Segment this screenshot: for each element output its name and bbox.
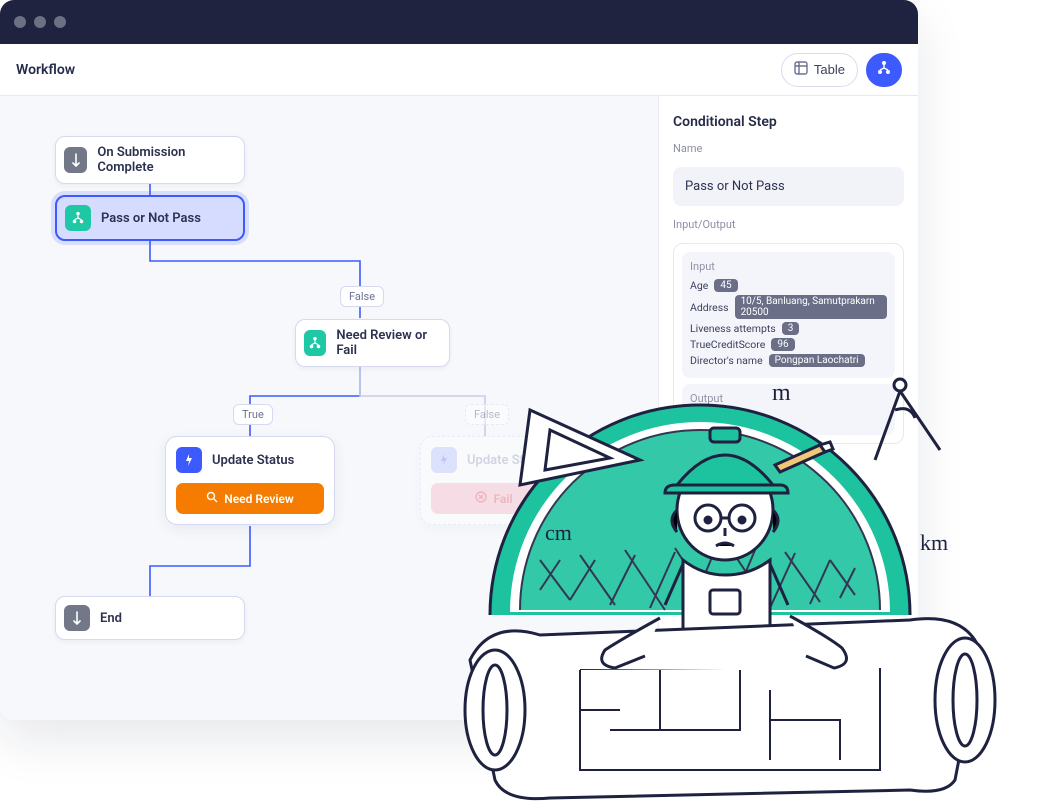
- edge-label-false: False: [340, 286, 384, 307]
- fail-icon: [475, 491, 487, 506]
- end-icon: [64, 605, 90, 631]
- input-row: Liveness attempts 3: [690, 322, 887, 335]
- input-row: Director's name Pongpan Laochatri: [690, 354, 887, 367]
- flow-icon: [876, 60, 892, 79]
- search-icon: [206, 491, 218, 506]
- input-value: 10/5, Banluang, Samutprakarn 20500: [735, 295, 887, 319]
- flow-node-row: Update Status: [176, 447, 324, 473]
- view-flow-button[interactable]: [866, 53, 902, 87]
- output-section: Output Age: [682, 384, 895, 435]
- flow-node-update-right-ghost[interactable]: Update Status Fail: [420, 436, 568, 525]
- input-key: TrueCreditScore: [690, 338, 765, 351]
- status-badge-fail: Fail: [431, 483, 557, 514]
- output-key: Age: [690, 411, 708, 424]
- traffic-dot: [34, 16, 46, 28]
- flow-node-start[interactable]: On Submission Complete: [55, 136, 245, 184]
- edge-label-false-ghost: False: [465, 404, 509, 425]
- branch-icon: [304, 330, 326, 356]
- flow-node-label: Pass or Not Pass: [101, 211, 201, 226]
- input-row: Age 45: [690, 279, 887, 292]
- traffic-dot: [14, 16, 26, 28]
- io-box: Input Age 45 Address 10/5, Banluang, Samut…: [673, 243, 904, 444]
- input-section-title: Input: [690, 260, 887, 273]
- input-value: 45: [714, 279, 737, 292]
- doodle-km: km: [920, 530, 948, 555]
- titlebar: [0, 0, 918, 44]
- input-row: TrueCreditScore 96: [690, 338, 887, 351]
- contains-chip: contains: [840, 676, 890, 690]
- flow-node-update-left[interactable]: Update Status Need Review: [165, 436, 335, 525]
- input-key: Address: [690, 301, 729, 314]
- flow-node-label: Need Review or Fail: [336, 328, 435, 358]
- input-key: Liveness attempts: [690, 322, 776, 335]
- input-value: 3: [782, 322, 800, 335]
- io-label: Input/Output: [673, 218, 904, 231]
- toolbar: Workflow Table: [0, 44, 918, 96]
- branch-icon: [65, 205, 91, 231]
- flow-node-condition-review[interactable]: Need Review or Fail: [295, 319, 450, 367]
- start-icon: [64, 147, 87, 173]
- name-label: Name: [673, 142, 904, 155]
- inspector-sidebar: Conditional Step Name Pass or Not Pass I…: [658, 96, 918, 720]
- input-value: 96: [771, 338, 794, 351]
- page-title: Workflow: [16, 62, 75, 78]
- view-table-label: Table: [814, 62, 845, 77]
- traffic-dot: [54, 16, 66, 28]
- flow-node-condition-pass[interactable]: Pass or Not Pass: [55, 195, 245, 241]
- input-value: Pongpan Laochatri: [769, 354, 865, 367]
- table-icon: [794, 61, 808, 78]
- inspector-title: Conditional Step: [673, 114, 904, 130]
- flow-node-label: On Submission Complete: [97, 145, 230, 175]
- flow-node-label: Update Status: [212, 453, 294, 468]
- action-icon: [431, 447, 457, 473]
- contains-label: contains: [840, 678, 890, 691]
- app-window: Workflow Table: [0, 0, 918, 720]
- input-key: Director's name: [690, 354, 763, 367]
- name-input[interactable]: Pass or Not Pass: [673, 167, 904, 206]
- edge-label-true: True: [233, 404, 273, 425]
- action-icon: [176, 447, 202, 473]
- status-badge-need-review: Need Review: [176, 483, 324, 514]
- flow-node-end[interactable]: End: [55, 596, 245, 640]
- flow-node-row: Update Status: [431, 447, 557, 473]
- toolbar-actions: Table: [781, 53, 902, 87]
- status-badge-label: Need Review: [224, 492, 294, 506]
- content: On Submission Complete Pass or Not Pass …: [0, 96, 918, 720]
- input-key: Age: [690, 279, 708, 292]
- input-row: Address 10/5, Banluang, Samutprakarn 2050…: [690, 295, 887, 319]
- output-section-title: Output: [690, 392, 887, 405]
- workflow-canvas[interactable]: On Submission Complete Pass or Not Pass …: [0, 96, 658, 720]
- output-row: Age: [690, 411, 887, 424]
- status-badge-label: Fail: [493, 492, 512, 506]
- flow-node-label: End: [100, 611, 122, 626]
- flow-node-label: Update Status: [467, 453, 549, 468]
- input-section: Input Age 45 Address 10/5, Banluang, Samut…: [682, 252, 895, 378]
- view-table-button[interactable]: Table: [781, 53, 858, 87]
